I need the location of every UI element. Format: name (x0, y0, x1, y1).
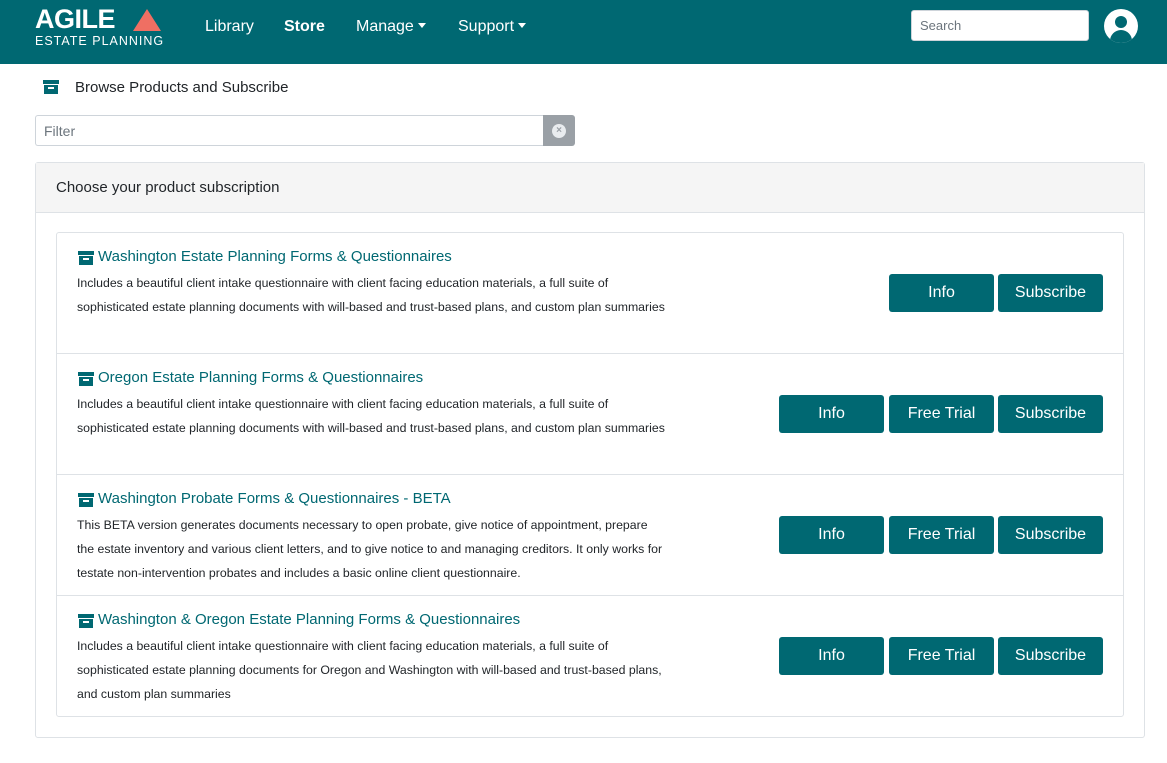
product-title-link[interactable]: Washington Probate Forms & Questionnaire… (98, 489, 451, 509)
archive-box-icon (78, 251, 94, 265)
chevron-down-icon (518, 23, 527, 28)
avatar-head (1115, 16, 1127, 28)
clear-circle-icon: × (552, 124, 566, 138)
nav-manage[interactable]: Manage (356, 17, 426, 37)
info-button[interactable]: Info (779, 637, 884, 675)
logo-tagline: ESTATE PLANNING (35, 34, 165, 48)
archive-box-icon (78, 372, 94, 386)
product-title-link[interactable]: Washington & Oregon Estate Planning Form… (98, 610, 520, 630)
info-button[interactable]: Info (779, 516, 884, 554)
nav-store[interactable]: Store (284, 17, 325, 37)
subscribe-button[interactable]: Subscribe (998, 274, 1103, 312)
product-item: Washington Probate Forms & Questionnaire… (57, 475, 1123, 596)
subscribe-button[interactable]: Subscribe (998, 637, 1103, 675)
product-list: Washington Estate Planning Forms & Quest… (56, 232, 1124, 717)
user-circle-icon[interactable] (1104, 9, 1138, 43)
info-button[interactable]: Info (779, 395, 884, 433)
page-title: Browse Products and Subscribe (75, 79, 289, 96)
agile-logo[interactable]: AGILE ESTATE PLANNING (35, 5, 170, 49)
subscribe-button[interactable]: Subscribe (998, 395, 1103, 433)
product-item: Oregon Estate Planning Forms & Questionn… (57, 354, 1123, 475)
info-button[interactable]: Info (889, 274, 994, 312)
product-item: Washington & Oregon Estate Planning Form… (57, 596, 1123, 717)
card-header: Choose your product subscription (36, 163, 1144, 213)
nav-support[interactable]: Support (458, 17, 527, 37)
free-trial-button[interactable]: Free Trial (889, 395, 994, 433)
product-title-link[interactable]: Oregon Estate Planning Forms & Questionn… (98, 368, 423, 388)
archive-box-icon (78, 614, 94, 628)
nav-manage-label: Manage (356, 18, 414, 35)
free-trial-button[interactable]: Free Trial (889, 637, 994, 675)
chevron-down-icon (417, 23, 426, 28)
filter-input[interactable] (35, 115, 544, 146)
free-trial-button[interactable]: Free Trial (889, 516, 994, 554)
product-description: Includes a beautiful client intake quest… (77, 639, 662, 701)
product-item: Washington Estate Planning Forms & Quest… (57, 233, 1123, 354)
nav-library[interactable]: Library (205, 17, 254, 37)
product-description: This BETA version generates documents ne… (77, 518, 663, 580)
avatar-body (1110, 30, 1132, 43)
logo-triangle-icon (133, 9, 161, 31)
top-navbar: AGILE ESTATE PLANNING Library Store Mana… (0, 0, 1167, 64)
archive-box-icon (78, 493, 94, 507)
nav-support-label: Support (458, 18, 515, 35)
card-header-title: Choose your product subscription (56, 179, 280, 196)
product-title-link[interactable]: Washington Estate Planning Forms & Quest… (98, 247, 452, 267)
subscribe-button[interactable]: Subscribe (998, 516, 1103, 554)
archive-box-icon (43, 80, 59, 94)
filter-clear-button[interactable]: × (543, 115, 575, 146)
logo-wordmark: AGILE (35, 4, 116, 34)
search-input[interactable] (911, 10, 1089, 41)
product-description: Includes a beautiful client intake quest… (77, 276, 665, 314)
product-description: Includes a beautiful client intake quest… (77, 397, 665, 435)
